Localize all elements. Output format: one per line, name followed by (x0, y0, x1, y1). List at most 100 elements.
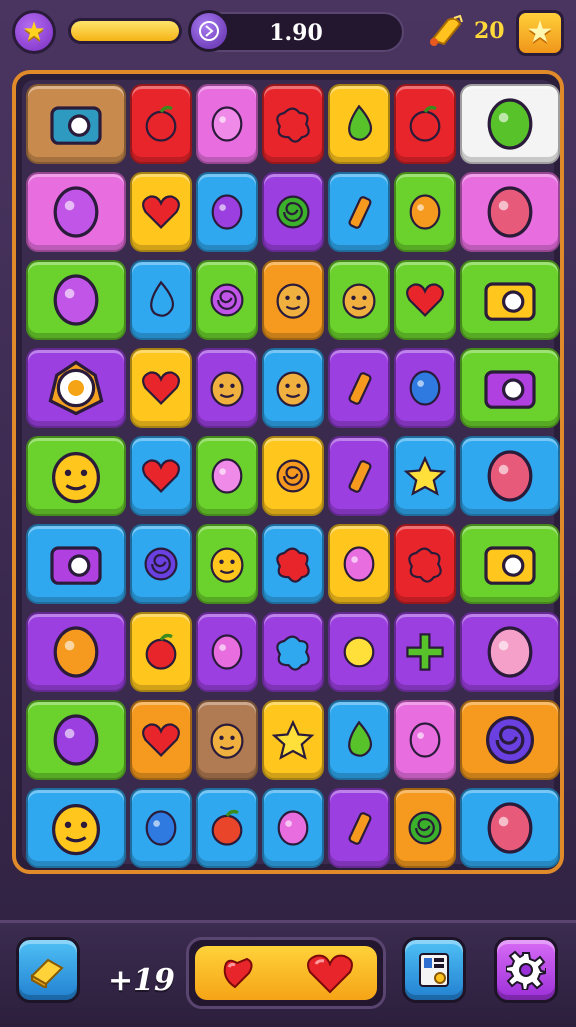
settings-button[interactable] (494, 937, 558, 1003)
tile-creature[interactable] (26, 172, 126, 252)
tile-egg[interactable] (26, 348, 126, 428)
favorites-button[interactable]: ★ (516, 10, 564, 56)
tile-apple[interactable] (130, 84, 192, 164)
tile-lollipop[interactable] (262, 436, 324, 516)
tile-leaf[interactable] (328, 700, 390, 780)
tile-ghost[interactable] (262, 348, 324, 428)
tile-crayon[interactable] (328, 436, 390, 516)
tile-drop[interactable] (130, 260, 192, 340)
tile-face[interactable] (262, 260, 324, 340)
heart-piece-icon[interactable] (217, 953, 261, 993)
tile-cat[interactable] (26, 436, 126, 516)
flower-icon (276, 107, 310, 143)
tile-orange-bean[interactable] (394, 172, 456, 252)
tile-angel[interactable] (460, 612, 560, 692)
moves-value: 19 (133, 963, 175, 998)
crayon-icon (348, 812, 372, 845)
tile-cheese[interactable] (460, 524, 560, 604)
tile-face[interactable] (196, 700, 258, 780)
tile-green-swirl[interactable] (262, 172, 324, 252)
tile-bean[interactable] (262, 788, 324, 868)
tile-bean[interactable] (328, 524, 390, 604)
tile-plum[interactable] (196, 172, 258, 252)
tile-creature[interactable] (26, 260, 126, 340)
green-swirl-icon (276, 195, 310, 229)
tile-fish[interactable] (460, 172, 560, 252)
tile-blob[interactable] (196, 84, 258, 164)
tile-heart[interactable] (394, 260, 456, 340)
level-star-button[interactable]: ★ (12, 10, 56, 54)
fruits-icon (53, 626, 99, 678)
crayon-icon (348, 372, 372, 405)
eraser-booster-button[interactable] (16, 937, 80, 1003)
tile-heart[interactable] (130, 700, 192, 780)
tile-apple[interactable] (130, 612, 192, 692)
tile-green-swirl[interactable] (394, 788, 456, 868)
tile-spiral[interactable] (460, 700, 560, 780)
tile-dot[interactable] (328, 612, 390, 692)
tile-heart[interactable] (130, 348, 192, 428)
tile-apple[interactable] (394, 84, 456, 164)
tile-fruits[interactable] (26, 612, 126, 692)
green-blobs-icon (487, 98, 533, 150)
tile-bird[interactable] (196, 524, 258, 604)
tile-tomato[interactable] (196, 788, 258, 868)
tile-candy[interactable] (26, 700, 126, 780)
tile-star[interactable] (262, 700, 324, 780)
tile-horseshoe[interactable] (196, 260, 258, 340)
tile-spiral[interactable] (130, 524, 192, 604)
bean-icon (211, 634, 243, 670)
tile-broom[interactable] (460, 260, 560, 340)
tile-heart[interactable] (130, 436, 192, 516)
eraser-icon (30, 958, 64, 988)
flower-icon (276, 547, 310, 583)
tile-bean[interactable] (196, 612, 258, 692)
heart-icon (142, 459, 180, 493)
tile-face[interactable] (328, 260, 390, 340)
ghost-icon (210, 371, 244, 407)
tile-green-blobs[interactable] (460, 84, 560, 164)
face-icon (210, 723, 244, 759)
tile-squiggle[interactable] (394, 348, 456, 428)
tile-flower[interactable] (262, 84, 324, 164)
progress-bar-fill (71, 21, 179, 41)
candy-icon (53, 714, 99, 766)
top-bar: ★ 1.90 20 ★ (0, 0, 576, 64)
blob-icon (211, 106, 243, 142)
tile-crayon[interactable] (328, 788, 390, 868)
tile-crayon[interactable] (328, 348, 390, 428)
tile-map[interactable] (26, 84, 126, 164)
tile-fish[interactable] (460, 788, 560, 868)
tile-camera[interactable] (26, 524, 126, 604)
tomato-icon (211, 809, 243, 846)
tile-fish[interactable] (460, 436, 560, 516)
tile-box[interactable] (460, 348, 560, 428)
broom-icon (484, 282, 536, 321)
heart-icon[interactable] (304, 950, 356, 996)
tile-flower[interactable] (394, 524, 456, 604)
squiggle-icon (145, 810, 177, 846)
tile-heart[interactable] (130, 172, 192, 252)
tile-squiggle[interactable] (130, 788, 192, 868)
tile-ghost[interactable] (196, 348, 258, 428)
tile-cross[interactable] (394, 612, 456, 692)
lives-count: 20 (474, 18, 505, 44)
angel-icon (487, 626, 533, 678)
bell-icon[interactable] (426, 14, 466, 50)
tile-green-drop[interactable] (328, 84, 390, 164)
tile-blob[interactable] (196, 436, 258, 516)
tile-star[interactable] (394, 436, 456, 516)
board-grid (22, 80, 560, 868)
tile-crayon[interactable] (328, 172, 390, 252)
tile-bean[interactable] (394, 700, 456, 780)
green-drop-icon (348, 104, 373, 141)
tile-splat[interactable] (262, 612, 324, 692)
tile-bird[interactable] (26, 788, 126, 868)
star-icon (271, 719, 315, 760)
map-button[interactable] (402, 937, 466, 1003)
drop-icon (150, 280, 175, 317)
spiral-icon (144, 547, 178, 581)
tile-flower[interactable] (262, 524, 324, 604)
star-icon (403, 455, 447, 496)
crayon-icon (348, 196, 372, 229)
